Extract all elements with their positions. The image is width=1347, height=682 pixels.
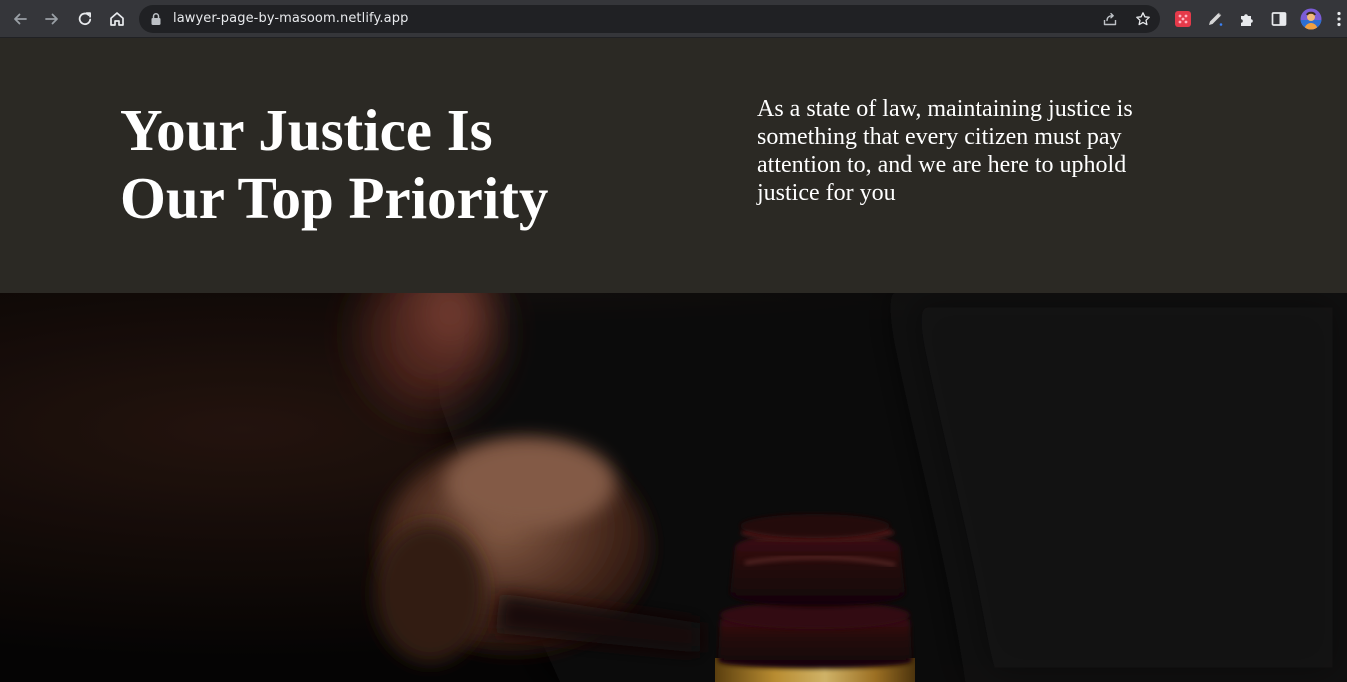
reload-button[interactable] (73, 7, 97, 31)
reload-icon (78, 12, 92, 26)
kebab-menu-icon[interactable] (1333, 9, 1345, 29)
arrow-right-icon (45, 13, 58, 25)
arrow-left-icon (14, 13, 27, 25)
star-icon[interactable] (1134, 10, 1152, 28)
hero-section: Your Justice Is Our Top Priority As a st… (0, 38, 1347, 293)
puzzle-icon[interactable] (1237, 9, 1257, 29)
lock-icon[interactable] (150, 12, 162, 31)
address-bar[interactable]: lawyer-page-by-masoom.netlify.app (139, 5, 1160, 33)
side-panel-icon[interactable] (1269, 9, 1289, 29)
red-extension-icon[interactable] (1173, 9, 1193, 29)
back-button[interactable] (8, 7, 32, 31)
hero-description: As a state of law, maintaining justice i… (757, 96, 1133, 206)
browser-toolbar: lawyer-page-by-masoom.netlify.app (0, 0, 1347, 38)
url-text[interactable]: lawyer-page-by-masoom.netlify.app (173, 11, 408, 26)
profile-avatar[interactable] (1300, 8, 1322, 30)
pencil-extension-icon[interactable] (1205, 9, 1225, 29)
home-button[interactable] (105, 7, 129, 31)
gavel-photo (0, 293, 1347, 682)
home-icon (110, 12, 124, 26)
hero-title: Your Justice Is Our Top Priority (120, 97, 549, 231)
forward-button[interactable] (40, 7, 64, 31)
share-icon[interactable] (1101, 10, 1119, 28)
